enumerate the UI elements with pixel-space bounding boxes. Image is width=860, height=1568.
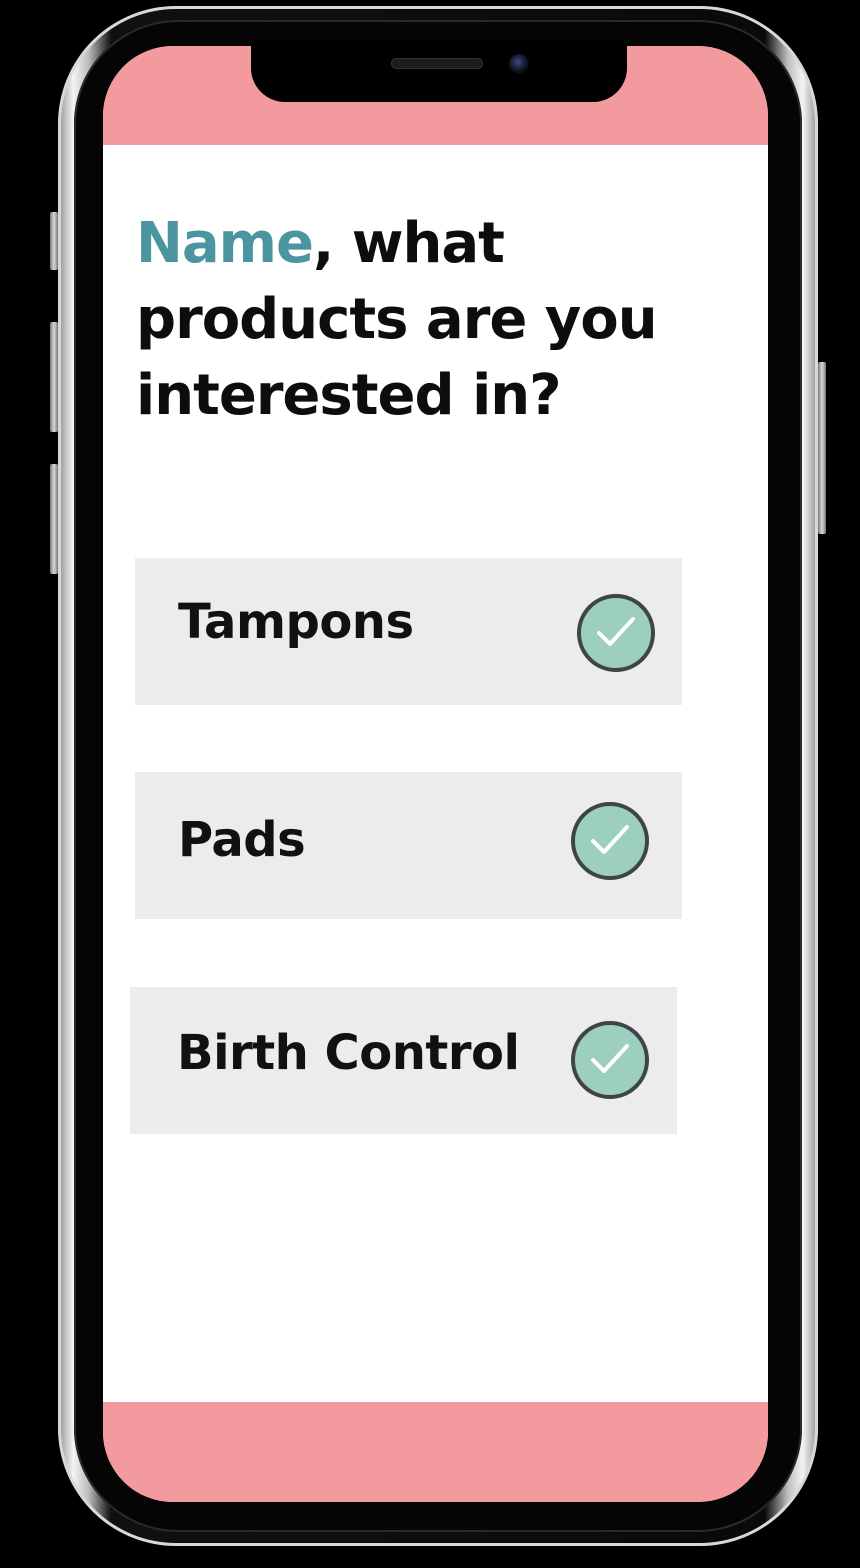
checkmark-circle-icon[interactable] bbox=[571, 802, 649, 880]
option-label: Pads bbox=[178, 812, 306, 868]
volume-up-button bbox=[50, 322, 58, 432]
option-pads[interactable]: Pads bbox=[135, 772, 682, 919]
checkmark-icon bbox=[591, 1044, 629, 1073]
checkmark-icon bbox=[597, 617, 635, 646]
earpiece-speaker bbox=[391, 58, 483, 69]
phone-mockup: Name, what products are you interested i… bbox=[0, 0, 860, 1568]
footer-band bbox=[103, 1402, 768, 1502]
question-title: Name, what products are you interested i… bbox=[136, 206, 736, 434]
option-birth-control[interactable]: Birth Control bbox=[130, 987, 677, 1134]
checkmark-circle-icon[interactable] bbox=[577, 594, 655, 672]
option-label: Tampons bbox=[178, 594, 414, 650]
checkmark-icon bbox=[591, 825, 629, 854]
volume-down-button bbox=[50, 464, 58, 574]
checkmark-circle-icon[interactable] bbox=[571, 1021, 649, 1099]
mute-switch bbox=[50, 212, 58, 270]
phone-notch bbox=[251, 40, 627, 102]
front-camera bbox=[509, 54, 529, 74]
power-button bbox=[818, 362, 826, 534]
user-name-placeholder: Name bbox=[136, 211, 314, 276]
option-label: Birth Control bbox=[177, 1025, 520, 1081]
option-tampons[interactable]: Tampons bbox=[135, 558, 682, 705]
